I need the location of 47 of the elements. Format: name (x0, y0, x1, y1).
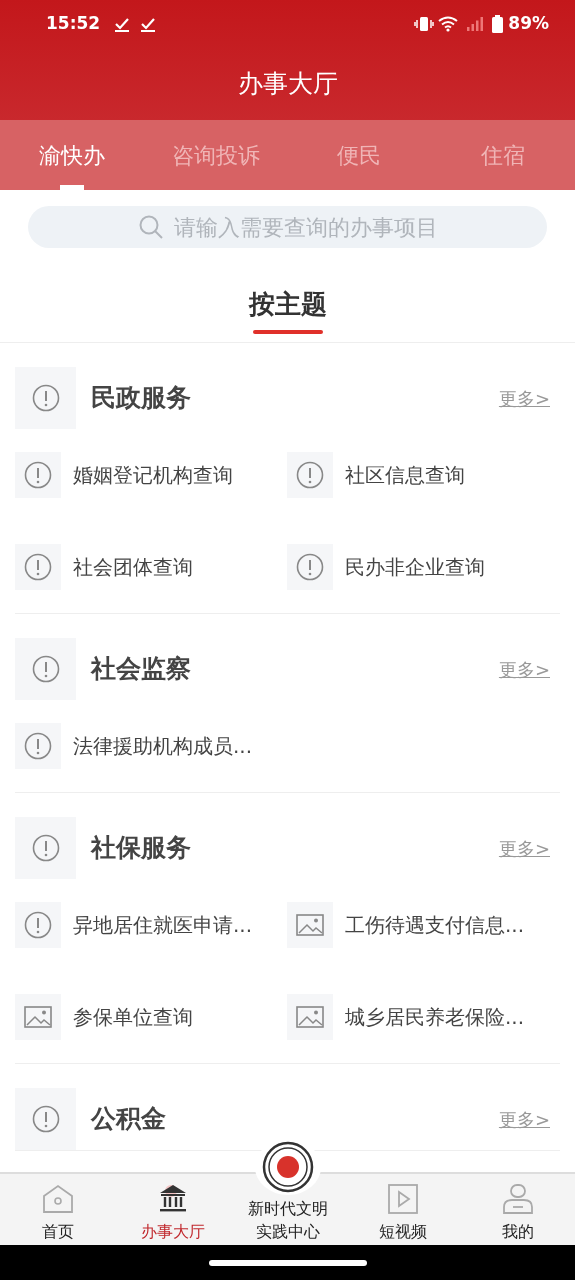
alert-icon (24, 461, 52, 489)
home-indicator[interactable] (208, 1259, 367, 1266)
alert-icon (24, 732, 52, 760)
nav-item[interactable]: 短视频 (345, 1174, 460, 1245)
service-link[interactable]: 婚姻登记机构查询 (73, 460, 233, 490)
home-icon (41, 1183, 74, 1214)
building-icon (157, 1183, 188, 1214)
nav-item[interactable]: 首页 (0, 1174, 115, 1245)
alert-icon (31, 384, 60, 412)
search-icon (137, 214, 164, 240)
image-icon (296, 914, 324, 936)
status-time: 15:52 (46, 12, 101, 36)
section-title: 社保服务 (91, 832, 192, 865)
alert-icon (296, 553, 324, 581)
service-link[interactable]: 参保单位查询 (73, 1002, 193, 1032)
image-icon (296, 1006, 324, 1028)
battery-icon (492, 15, 504, 33)
signal-icon (466, 16, 485, 32)
play-icon (387, 1183, 418, 1214)
alert-icon (296, 461, 324, 489)
alert-icon (31, 655, 60, 683)
service-link[interactable]: 社会团体查询 (73, 552, 193, 582)
alert-icon (24, 911, 52, 939)
battery-percent: 89% (508, 12, 549, 36)
emblem-icon (261, 1140, 314, 1193)
section-title: 社会监察 (91, 653, 192, 686)
service-link[interactable]: 工伤待遇支付信息... (345, 910, 525, 940)
wifi-icon (438, 16, 459, 32)
service-link[interactable]: 异地居住就医申请... (73, 910, 253, 940)
user-icon (502, 1183, 533, 1214)
section-title: 民政服务 (91, 382, 192, 415)
alert-icon (31, 1105, 60, 1133)
topic-tab[interactable]: 按主题 (248, 288, 327, 334)
alert-icon (31, 834, 60, 862)
service-link[interactable]: 法律援助机构成员... (73, 731, 253, 761)
tab[interactable]: 渝快办 (0, 120, 144, 190)
service-link[interactable]: 城乡居民养老保险... (345, 1002, 525, 1032)
section-title: 公积金 (91, 1103, 167, 1136)
nav-item[interactable]: 新时代文明实践中心 (230, 1138, 345, 1245)
page-title: 办事大厅 (237, 68, 338, 101)
alert-icon (24, 553, 52, 581)
vibrate-icon (414, 16, 435, 32)
nav-item[interactable]: 办事大厅 (115, 1174, 230, 1245)
image-icon (24, 1006, 52, 1028)
nav-item[interactable]: 我的 (460, 1174, 575, 1245)
service-link[interactable]: 社区信息查询 (345, 460, 465, 490)
service-link[interactable]: 民办非企业查询 (345, 552, 485, 582)
